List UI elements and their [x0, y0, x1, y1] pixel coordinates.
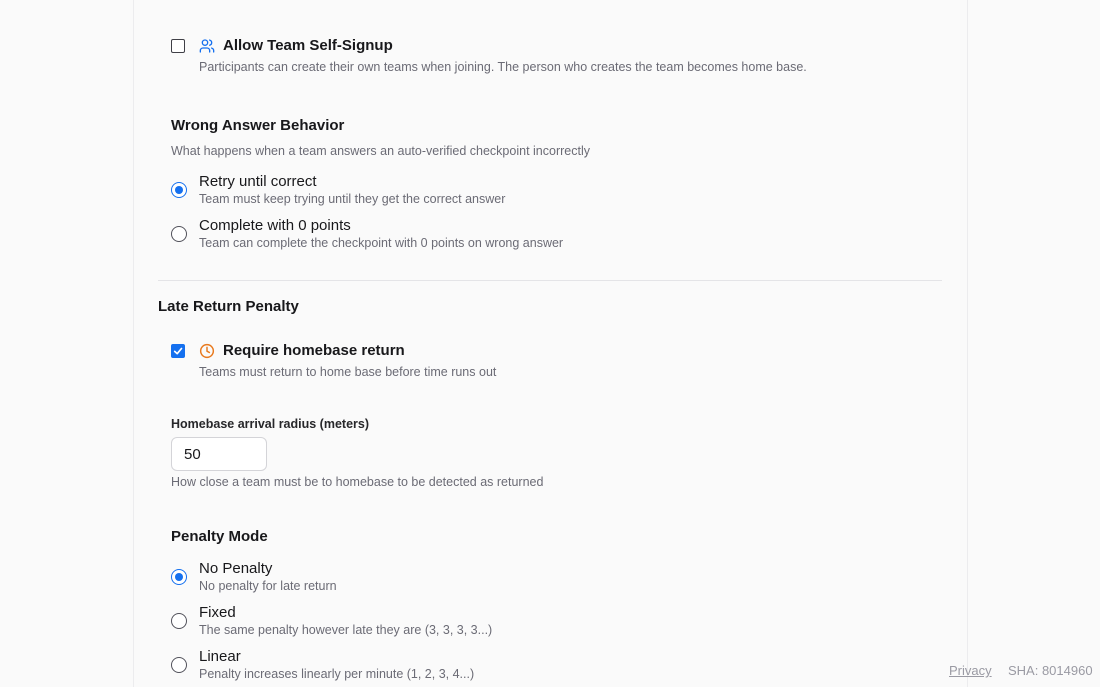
require-return-description: Teams must return to home base before ti… — [199, 365, 497, 379]
sha-label: SHA: 8014960 — [1008, 663, 1093, 678]
privacy-link[interactable]: Privacy — [949, 663, 992, 678]
self-signup-description: Participants can create their own teams … — [199, 60, 807, 74]
penalty-fixed-label: Fixed — [199, 604, 236, 621]
wrong-answer-zero-description: Team can complete the checkpoint with 0 … — [199, 236, 564, 250]
wrong-answer-retry-description: Team must keep trying until they get the… — [199, 192, 506, 206]
radius-input[interactable] — [171, 437, 267, 471]
penalty-none-description: No penalty for late return — [199, 579, 337, 593]
self-signup-checkbox[interactable] — [171, 39, 185, 53]
wrong-answer-title: Wrong Answer Behavior — [171, 117, 345, 134]
section-divider — [158, 280, 942, 281]
penalty-linear-label: Linear — [199, 648, 241, 665]
penalty-fixed-description: The same penalty however late they are (… — [199, 623, 493, 637]
settings-panel: Allow Team Self-Signup Participants can … — [133, 0, 968, 687]
check-icon — [173, 347, 183, 355]
penalty-fixed-radio[interactable] — [171, 613, 187, 629]
self-signup-label: Allow Team Self-Signup — [223, 37, 393, 54]
wrong-answer-zero-radio[interactable] — [171, 226, 187, 242]
radius-help: How close a team must be to homebase to … — [171, 475, 544, 489]
radius-label: Homebase arrival radius (meters) — [171, 417, 370, 431]
penalty-linear-description: Penalty increases linearly per minute (1… — [199, 667, 475, 681]
wrong-answer-retry-radio[interactable] — [171, 182, 187, 198]
wrong-answer-retry-label: Retry until correct — [199, 173, 317, 190]
wrong-answer-description: What happens when a team answers an auto… — [171, 144, 590, 158]
penalty-none-label: No Penalty — [199, 560, 273, 577]
late-return-title: Late Return Penalty — [158, 298, 299, 315]
penalty-linear-radio[interactable] — [171, 657, 187, 673]
require-return-checkbox[interactable] — [171, 344, 185, 358]
penalty-none-radio[interactable] — [171, 569, 187, 585]
wrong-answer-zero-label: Complete with 0 points — [199, 217, 351, 234]
require-return-label: Require homebase return — [223, 342, 405, 359]
clock-icon — [199, 343, 215, 364]
users-icon — [199, 38, 215, 59]
penalty-mode-title: Penalty Mode — [171, 528, 268, 545]
